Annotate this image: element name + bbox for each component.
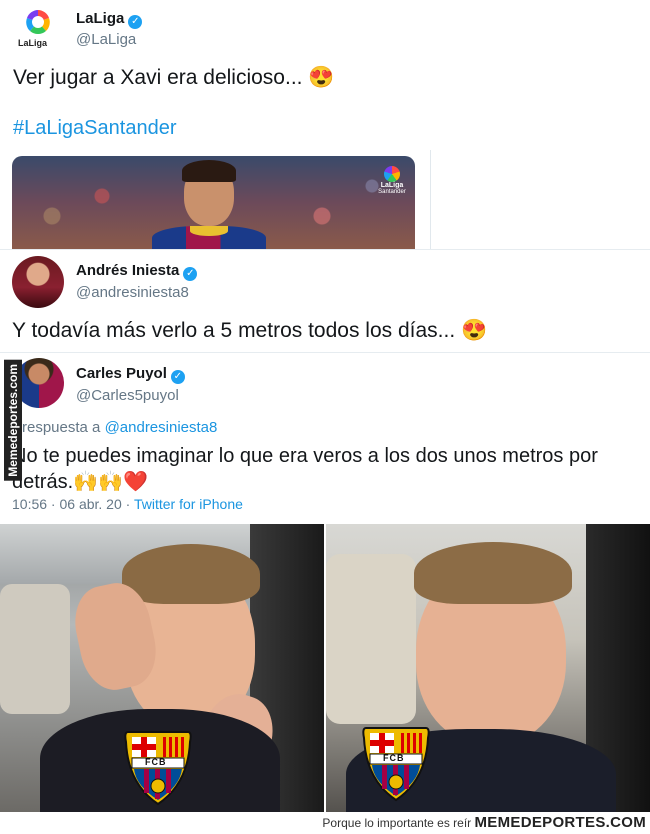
puyol-name[interactable]: Carles Puyol	[76, 365, 167, 382]
iniesta-name[interactable]: Andrés Iniesta	[76, 262, 179, 279]
puyol-tweet-text: No te puedes imaginar lo que era veros a…	[12, 443, 642, 495]
iniesta-avatar[interactable]	[12, 256, 64, 308]
laliga-hashtag[interactable]: #LaLigaSantander	[13, 117, 176, 140]
reply-line: respuesta a @andresiniesta8	[22, 419, 217, 436]
puyol-text-line1: No te puedes imaginar lo que era veros a…	[12, 445, 598, 467]
footer-brand[interactable]: MEMEDEPORTES.COM	[475, 814, 646, 831]
footer: Porque lo importante es reír MEMEDEPORTE…	[0, 812, 646, 833]
reply-prefix: respuesta a	[22, 419, 101, 436]
man-hair-right	[414, 542, 572, 604]
iniesta-handle[interactable]: @andresiniesta8	[76, 284, 189, 301]
separator	[0, 249, 650, 250]
puyol-text-line2: detrás.🙌🙌❤️	[12, 471, 148, 493]
vertical-divider	[430, 150, 431, 250]
separator	[0, 352, 650, 353]
laliga-name[interactable]: LaLiga	[76, 10, 124, 27]
reply-to-link[interactable]: @andresiniesta8	[105, 419, 218, 436]
tweet-time[interactable]: 10:56 · 06 abr. 20 ·	[12, 496, 134, 512]
fcb-crest-left: FCB	[122, 728, 194, 806]
laliga-logo-text: LaLiga	[18, 38, 48, 48]
memedeportes-watermark: Memedeportes.com	[4, 360, 22, 481]
crest-letters: FCB	[383, 753, 405, 763]
crest-letters: FCB	[145, 757, 167, 767]
fcb-crest-right: FCB	[360, 724, 432, 802]
man-hair-left	[122, 544, 260, 604]
iniesta-name-row: Andrés Iniesta ✓	[76, 262, 198, 281]
puyol-handle[interactable]: @Carles5puyol	[76, 387, 179, 404]
media-logo-text: LaLiga	[380, 182, 404, 189]
laliga-tweet-text: Ver jugar a Xavi era delicioso... 😍	[13, 66, 335, 89]
laliga-name-row: LaLiga ✓	[76, 10, 143, 29]
verified-icon: ✓	[183, 267, 198, 281]
media-laliga-logo: LaLiga Santander	[372, 166, 412, 195]
laliga-logo[interactable]: LaLiga	[16, 6, 60, 50]
tweet-media-image[interactable]: LaLiga Santander	[12, 156, 415, 249]
tweet-meta: 10:56 · 06 abr. 20 · Twitter for iPhone	[12, 496, 243, 512]
laliga-handle[interactable]: @LaLiga	[76, 31, 136, 48]
iniesta-tweet-text: Y todavía más verlo a 5 metros todos los…	[12, 319, 488, 342]
media-logo-sub: Santander	[378, 189, 406, 195]
tweet-source-link[interactable]: Twitter for iPhone	[134, 496, 243, 512]
verified-icon: ✓	[128, 15, 143, 29]
footer-tagline: Porque lo importante es reír	[322, 816, 472, 830]
puyol-name-row: Carles Puyol ✓	[76, 365, 185, 384]
verified-icon: ✓	[170, 370, 185, 384]
